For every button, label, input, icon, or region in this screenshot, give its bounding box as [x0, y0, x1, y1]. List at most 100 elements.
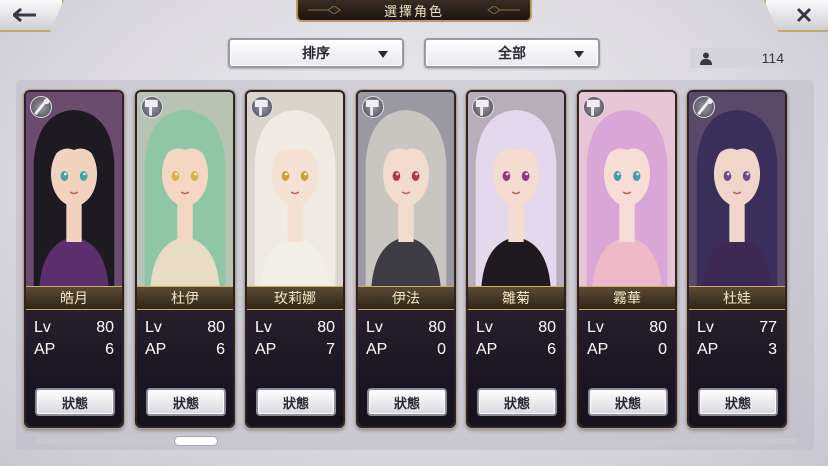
title-ornament-icon	[308, 6, 341, 14]
ap-value: 3	[768, 341, 777, 358]
person-icon	[700, 52, 712, 65]
staff-class-icon	[30, 96, 52, 118]
status-button-label: 狀態	[503, 396, 530, 412]
ap-label: AP	[587, 341, 609, 358]
status-button[interactable]: 狀態	[477, 388, 557, 416]
filter-dropdown-label: 全部	[498, 46, 526, 62]
level-label: Lv	[366, 319, 383, 336]
ap-label: AP	[255, 341, 277, 358]
close-icon	[796, 7, 812, 23]
level-row: Lv 80	[587, 318, 667, 338]
character-name-plate: 玫莉娜	[247, 286, 343, 310]
character-portrait	[137, 92, 233, 286]
character-name-plate: 伊法	[358, 286, 454, 310]
level-value: 80	[428, 319, 446, 336]
level-value: 77	[759, 319, 777, 336]
status-button[interactable]: 狀態	[698, 388, 778, 416]
character-card[interactable]: 皓月 Lv 80 AP 6 狀態	[24, 90, 124, 428]
character-name-plate: 皓月	[26, 286, 122, 310]
character-portrait	[468, 92, 564, 286]
character-card[interactable]: 玫莉娜 Lv 80 AP 7 狀態	[245, 90, 345, 428]
character-name: 杜伊	[171, 291, 199, 307]
character-portrait	[579, 92, 675, 286]
ap-value: 6	[547, 341, 556, 358]
ap-row: AP 0	[366, 340, 446, 360]
hammer-class-icon	[583, 96, 605, 118]
character-name-plate: 霧華	[579, 286, 675, 310]
character-portrait	[689, 92, 785, 286]
sort-dropdown[interactable]: 排序	[228, 38, 404, 68]
level-value: 80	[96, 319, 114, 336]
character-name-plate: 雛菊	[468, 286, 564, 310]
character-portrait	[358, 92, 454, 286]
character-portrait	[26, 92, 122, 286]
horizontal-scrollbar[interactable]	[34, 438, 798, 444]
level-label: Lv	[697, 319, 714, 336]
character-card[interactable]: 杜娃 Lv 77 AP 3 狀態	[687, 90, 787, 428]
back-button[interactable]	[0, 0, 64, 32]
title-ornament-icon	[487, 6, 520, 14]
filter-dropdown[interactable]: 全部	[424, 38, 600, 68]
ap-label: AP	[697, 341, 719, 358]
status-button[interactable]: 狀態	[367, 388, 447, 416]
character-card[interactable]: 杜伊 Lv 80 AP 6 狀態	[135, 90, 235, 428]
character-card[interactable]: 伊法 Lv 80 AP 0 狀態	[356, 90, 456, 428]
status-button-label: 狀態	[614, 396, 641, 412]
character-name: 霧華	[613, 291, 641, 307]
level-value: 80	[649, 319, 667, 336]
status-button-label: 狀態	[724, 396, 751, 412]
ap-row: AP 6	[145, 340, 225, 360]
hammer-class-icon	[362, 96, 384, 118]
level-row: Lv 77	[697, 318, 777, 338]
ap-value: 6	[216, 341, 225, 358]
level-label: Lv	[145, 319, 162, 336]
level-value: 80	[538, 319, 556, 336]
ap-row: AP 7	[255, 340, 335, 360]
level-row: Lv 80	[476, 318, 556, 338]
character-name: 雛菊	[502, 291, 530, 307]
ap-label: AP	[145, 341, 167, 358]
ap-row: AP 0	[587, 340, 667, 360]
level-value: 80	[207, 319, 225, 336]
level-row: Lv 80	[255, 318, 335, 338]
character-name: 伊法	[392, 291, 420, 307]
status-button-label: 狀態	[282, 396, 309, 412]
page-title-bar: 選擇角色	[296, 0, 532, 22]
character-name-plate: 杜娃	[689, 286, 785, 310]
status-button[interactable]: 狀態	[588, 388, 668, 416]
character-card[interactable]: 霧華 Lv 80 AP 0 狀態	[577, 90, 677, 428]
character-name: 杜娃	[723, 291, 751, 307]
status-button[interactable]: 狀態	[146, 388, 226, 416]
level-label: Lv	[476, 319, 493, 336]
character-card[interactable]: 雛菊 Lv 80 AP 6 狀態	[466, 90, 566, 428]
character-card-list: 皓月 Lv 80 AP 6 狀態 杜伊 Lv 80 AP 6 狀態 玫莉娜 Lv…	[24, 90, 800, 428]
ap-row: AP 6	[34, 340, 114, 360]
level-label: Lv	[587, 319, 604, 336]
page-title: 選擇角色	[383, 4, 444, 20]
character-name: 皓月	[60, 291, 88, 307]
scrollbar-thumb[interactable]	[174, 436, 218, 446]
ap-value: 7	[326, 341, 335, 358]
status-button-label: 狀態	[172, 396, 199, 412]
ap-value: 0	[658, 341, 667, 358]
status-button[interactable]: 狀態	[256, 388, 336, 416]
level-label: Lv	[255, 319, 272, 336]
close-button[interactable]	[764, 0, 828, 32]
character-name-plate: 杜伊	[137, 286, 233, 310]
level-row: Lv 80	[366, 318, 446, 338]
ap-label: AP	[476, 341, 498, 358]
ap-row: AP 6	[476, 340, 556, 360]
status-button-label: 狀態	[61, 396, 88, 412]
chevron-down-icon	[378, 51, 388, 58]
character-portrait	[247, 92, 343, 286]
status-button[interactable]: 狀態	[35, 388, 115, 416]
status-button-label: 狀態	[393, 396, 420, 412]
chevron-down-icon	[574, 51, 584, 58]
ap-value: 6	[105, 341, 114, 358]
character-name: 玫莉娜	[274, 291, 316, 307]
ap-row: AP 3	[697, 340, 777, 360]
hammer-class-icon	[141, 96, 163, 118]
character-count: 114	[690, 48, 794, 68]
sort-dropdown-label: 排序	[302, 46, 330, 62]
hammer-class-icon	[251, 96, 273, 118]
